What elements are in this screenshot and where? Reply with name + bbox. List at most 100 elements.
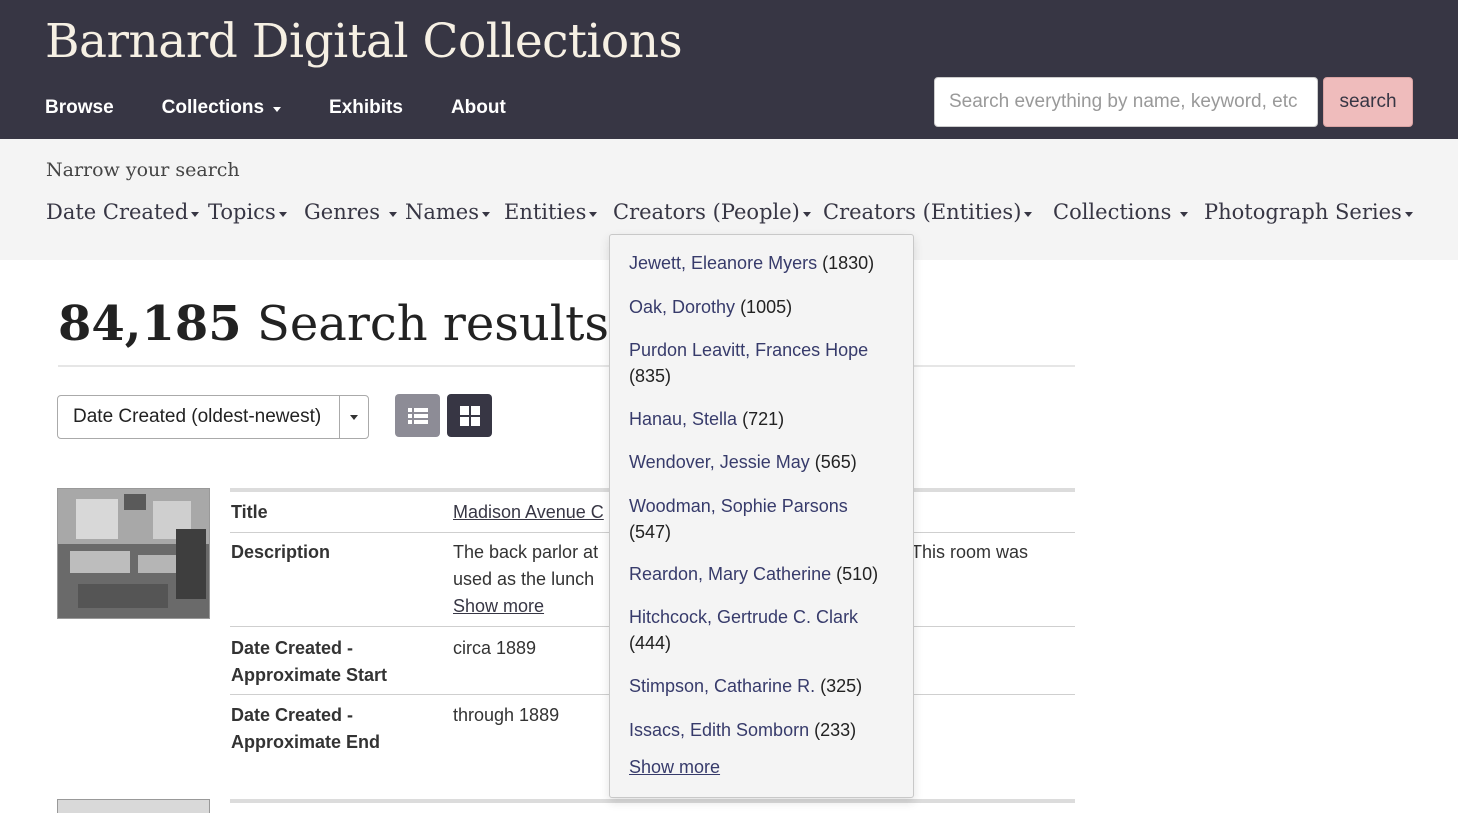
dropdown-item[interactable]: Jewett, Eleanore Myers (1830) [629, 250, 899, 276]
nav-about[interactable]: About [451, 97, 506, 119]
results-label: Search results [241, 296, 610, 352]
search-input[interactable] [934, 77, 1318, 127]
dropdown-item[interactable]: Oak, Dorothy (1005) [629, 294, 899, 320]
site-header: Barnard Digital Collections Browse Colle… [0, 0, 1458, 139]
nav-collections-label: Collections [161, 97, 265, 118]
facet-creators-people[interactable]: Creators (People) [613, 200, 811, 224]
dropdown-item[interactable]: Purdon Leavitt, Frances Hope (835) [629, 337, 899, 389]
list-icon [407, 407, 428, 424]
caret-down-icon [191, 211, 200, 217]
facet-creators-entities[interactable]: Creators (Entities) [823, 200, 1033, 224]
dropdown-item-name: Woodman, Sophie Parsons [629, 496, 848, 516]
dropdown-item[interactable]: Woodman, Sophie Parsons (547) [629, 493, 899, 545]
main-nav: Browse Collections Exhibits About [45, 97, 554, 119]
dropdown-item-count: (233) [814, 720, 857, 740]
list-view-button[interactable] [395, 394, 440, 437]
dropdown-item-count: (1830) [822, 253, 875, 273]
dropdown-item-count: (1005) [740, 297, 793, 317]
dropdown-item[interactable]: Hitchcock, Gertrude C. Clark (444) [629, 604, 899, 656]
date-start-label-line-2: Approximate Start [231, 665, 388, 685]
caret-down-icon [388, 211, 397, 217]
date-start-label: Date Created - Approximate Start [231, 635, 387, 689]
dropdown-show-more-link[interactable]: Show more [629, 757, 720, 778]
facet-label: Entities [504, 200, 587, 224]
dropdown-item-name: Hitchcock, Gertrude C. Clark [629, 607, 859, 627]
sort-toggle[interactable] [339, 396, 368, 438]
nav-collections[interactable]: Collections [161, 97, 282, 119]
dropdown-item-count: (721) [742, 409, 785, 429]
description-line-1-right: This room was [911, 542, 1029, 562]
facet-label: Topics [208, 200, 276, 224]
results-count: 84,185 [58, 296, 242, 352]
dropdown-item-count: (325) [820, 676, 863, 696]
caret-down-icon [802, 211, 811, 217]
description-show-more-link[interactable]: Show more [453, 596, 544, 616]
dropdown-item-name: Hanau, Stella [629, 409, 738, 429]
dropdown-item[interactable]: Hanau, Stella (721) [629, 406, 899, 432]
facet-label: Photograph Series [1204, 200, 1402, 224]
dropdown-item-name: Oak, Dorothy [629, 297, 736, 317]
grid-icon [459, 405, 480, 426]
date-end-label-line-2: Approximate End [231, 732, 381, 752]
facet-list: Date Created Topics Genres Names Entitie… [46, 200, 1446, 230]
dropdown-item[interactable]: Reardon, Mary Catherine (510) [629, 561, 899, 587]
nav-browse[interactable]: Browse [45, 97, 114, 119]
facet-label: Date Created [46, 200, 189, 224]
description-line-2: used as the lunch [453, 569, 595, 589]
dropdown-item-name: Jewett, Eleanore Myers [629, 253, 818, 273]
date-start-label-line-1: Date Created - [231, 638, 354, 658]
sort-select[interactable]: Date Created (oldest-newest) [57, 395, 369, 439]
facet-label: Creators (Entities) [823, 200, 1022, 224]
caret-down-icon [1404, 211, 1413, 217]
caret-down-icon [482, 211, 491, 217]
title-label: Title [231, 502, 268, 522]
caret-down-icon [1180, 211, 1189, 217]
facet-label: Names [405, 200, 480, 224]
caret-down-icon [278, 211, 287, 217]
nav-exhibits[interactable]: Exhibits [329, 97, 403, 119]
dropdown-item-count: (547) [629, 522, 672, 542]
facet-photograph-series[interactable]: Photograph Series [1204, 200, 1413, 224]
caret-down-icon [350, 414, 358, 420]
dropdown-item-count: (565) [814, 452, 857, 472]
result-top-rule [230, 799, 1075, 803]
facet-heading: Narrow your search [46, 159, 240, 181]
dropdown-item-name: Wendover, Jessie May [629, 452, 810, 472]
facet-date-created[interactable]: Date Created [46, 200, 200, 224]
dropdown-item-name: Reardon, Mary Catherine [629, 564, 832, 584]
caret-down-icon [273, 106, 282, 112]
facet-label: Creators (People) [613, 200, 800, 224]
facet-genres[interactable]: Genres [304, 200, 397, 224]
dropdown-item-name: Issacs, Edith Somborn [629, 720, 810, 740]
search-button[interactable]: search [1323, 77, 1413, 127]
dropdown-item-count: (510) [836, 564, 879, 584]
result-thumbnail[interactable] [57, 488, 210, 619]
facet-label: Collections [1053, 200, 1172, 224]
facet-entities[interactable]: Entities [504, 200, 598, 224]
date-end-label: Date Created - Approximate End [231, 702, 380, 756]
divider [58, 365, 1075, 367]
dropdown-item-count: (444) [629, 633, 672, 653]
facet-label: Genres [304, 200, 380, 224]
dropdown-item[interactable]: Stimpson, Catharine R. (325) [629, 673, 899, 699]
site-title[interactable]: Barnard Digital Collections [45, 14, 683, 69]
date-end-label-line-1: Date Created - [231, 705, 354, 725]
facet-topics[interactable]: Topics [208, 200, 287, 224]
description-line-1: The back parlor at [453, 542, 599, 562]
result-thumbnail[interactable] [57, 799, 210, 813]
results-heading: 84,185 Search results [58, 296, 609, 352]
dropdown-item[interactable]: Wendover, Jessie May (565) [629, 449, 899, 475]
dropdown-item-count: (835) [629, 366, 672, 386]
grid-view-button[interactable] [447, 394, 492, 437]
title-link[interactable]: Madison Avenue C [453, 502, 604, 522]
dropdown-item[interactable]: Issacs, Edith Somborn (233) [629, 717, 899, 743]
caret-down-icon [1024, 211, 1033, 217]
facet-names[interactable]: Names [405, 200, 491, 224]
creators-people-dropdown: Jewett, Eleanore Myers (1830) Oak, Dorot… [609, 234, 914, 798]
sort-label: Date Created (oldest-newest) [73, 406, 322, 427]
description-label: Description [231, 542, 331, 562]
dropdown-item-name: Purdon Leavitt, Frances Hope [629, 340, 869, 360]
facet-collections[interactable]: Collections [1053, 200, 1189, 224]
dropdown-item-name: Stimpson, Catharine R. [629, 676, 816, 696]
photo-thumbnail-image [58, 489, 209, 618]
